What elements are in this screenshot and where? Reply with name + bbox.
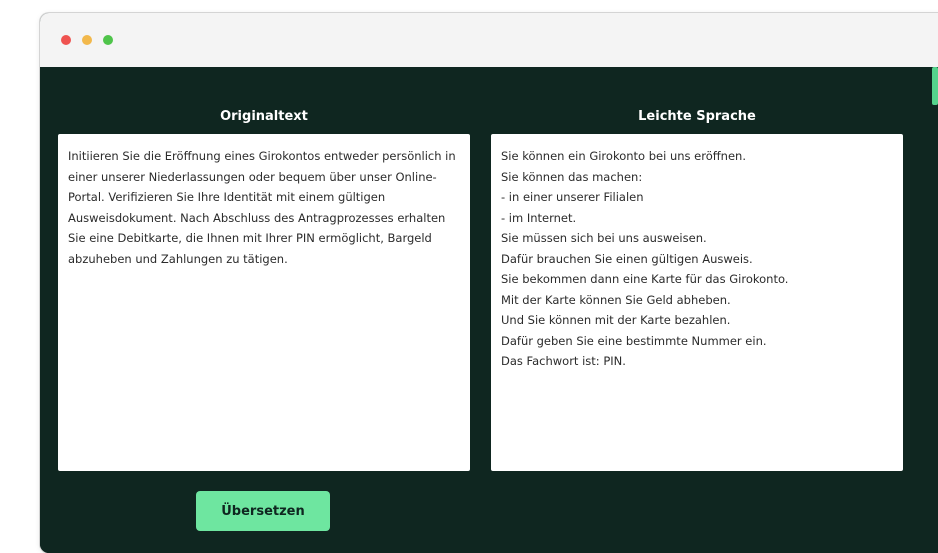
simple-language-line: Dafür geben Sie eine bestimmte Nummer ei…: [501, 333, 767, 348]
close-window-icon[interactable]: [61, 35, 71, 45]
simple-language-line: Sie können ein Girokonto bei uns eröffne…: [501, 149, 746, 163]
scrollbar-thumb[interactable]: [932, 67, 938, 105]
original-text-content: Initiieren Sie die Eröffnung eines Girok…: [68, 149, 456, 266]
simple-language-line: Sie können das machen:: [501, 169, 643, 184]
window-titlebar: [40, 13, 938, 68]
minimize-window-icon[interactable]: [82, 35, 92, 45]
translate-button[interactable]: Übersetzen: [196, 491, 330, 531]
app-window: Originaltext Leichte Sprache Initiieren …: [40, 13, 938, 553]
simple-language-line: - im Internet.: [501, 210, 577, 225]
simple-language-line: Sie müssen sich bei uns ausweisen.: [501, 231, 707, 245]
original-text-title: Originaltext: [220, 109, 308, 124]
main-content: Originaltext Leichte Sprache Initiieren …: [40, 67, 938, 553]
simple-language-line: Dafür brauchen Sie einen gültigen Auswei…: [501, 251, 753, 266]
simple-language-line: Und Sie können mit der Karte bezahlen.: [501, 313, 731, 327]
simple-language-title: Leichte Sprache: [638, 109, 756, 124]
simple-language-line: - in einer unserer Filialen: [501, 190, 644, 204]
simple-language-line: Mit der Karte können Sie Geld abheben.: [501, 292, 731, 307]
simple-language-line: Sie bekommen dann eine Karte für das Gir…: [501, 272, 789, 286]
maximize-window-icon[interactable]: [103, 35, 113, 45]
simple-language-line: Das Fachwort ist: PIN.: [501, 354, 626, 368]
original-text-input[interactable]: Initiieren Sie die Eröffnung eines Girok…: [58, 134, 470, 471]
simple-language-output: Sie können ein Girokonto bei uns eröffne…: [491, 134, 903, 471]
